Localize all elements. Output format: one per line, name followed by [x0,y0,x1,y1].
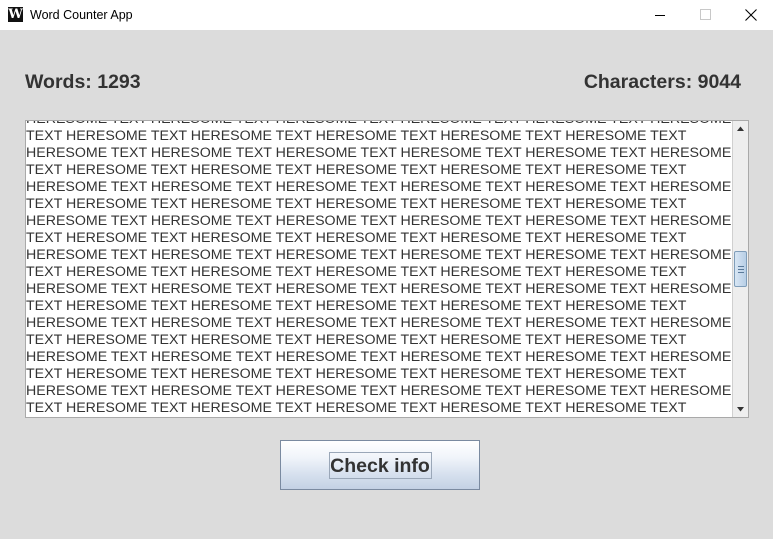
text-scroll-pane: HERESOME TEXT HERESOME TEXT HERESOME TEX… [25,120,749,418]
text-line: TEXT HERESOME TEXT HERESOME TEXT HERESOM… [26,230,687,246]
check-info-label: Check info [330,455,430,477]
text-line: TEXT HERESOME TEXT HERESOME TEXT HERESOM… [26,298,687,314]
text-line: HERESOME TEXT HERESOME TEXT HERESOME TEX… [26,121,731,128]
app-window: W Word Counter App Words: 1293 Character… [0,0,773,539]
text-line: TEXT HERESOME TEXT HERESOME TEXT HERESOM… [26,366,687,382]
text-line: HERESOME TEXT HERESOME TEXT HERESOME TEX… [26,213,732,229]
text-line: HERESOME TEXT HERESOME TEXT HERESOME TEX… [26,247,732,263]
check-info-button[interactable]: Check info [280,440,480,490]
text-line: TEXT HERESOME TEXT HERESOME TEXT HERESOM… [26,196,687,212]
text-line: TEXT HERESOME TEXT HERESOME TEXT HERESOM… [26,162,687,178]
title-bar[interactable]: W Word Counter App [0,0,773,30]
scroll-up-button[interactable] [733,121,748,136]
close-button[interactable] [728,0,773,30]
word-count-label: Words: 1293 [25,71,141,93]
window-title: Word Counter App [30,8,133,22]
text-line: HERESOME TEXT HERESOME TEXT HERESOME TEX… [26,315,732,331]
character-count-label: Characters: 9044 [583,71,741,93]
text-line: HERESOME TEXT HERESOME TEXT HERESOME TEX… [26,145,732,161]
maximize-icon [700,9,711,20]
grip-line [738,269,744,270]
text-line: HERESOME TEXT HERESOME TEXT HERESOME TEX… [26,383,732,399]
text-line: HERESOME TEXT HERESOME TEXT HERESOME TEX… [26,281,732,297]
text-input-area[interactable]: HERESOME TEXT HERESOME TEXT HERESOME TEX… [26,121,732,417]
scroll-track[interactable] [733,136,748,402]
text-line: HERESOME TEXT HERESOME TEXT HERESOME TEX… [26,349,732,365]
text-content: HERESOME TEXT HERESOME TEXT HERESOME TEX… [26,121,731,417]
text-line: HERESOME TEXT HERESOME TEXT HERESOME TEX… [26,179,732,195]
vertical-scrollbar[interactable] [732,121,748,417]
text-line: TEXT HERESOME TEXT HERESOME TEXT HERESOM… [26,332,687,348]
arrow-up-icon [737,126,744,131]
minimize-icon [655,15,665,16]
scroll-thumb[interactable] [734,251,747,287]
scroll-down-button[interactable] [733,402,748,417]
text-line: TEXT HERESOME TEXT HERESOME TEXT HERESOM… [26,128,687,144]
grip-line [738,266,744,267]
text-line: TEXT HERESOME TEXT HERESOME TEXT HERESOM… [26,264,687,280]
text-line: TEXT HERESOME TEXT HERESOME TEXT HERESOM… [26,400,687,416]
maximize-button[interactable] [682,0,728,30]
close-icon [745,9,757,21]
grip-line [738,272,744,273]
arrow-down-icon [737,407,744,412]
minimize-button[interactable] [636,0,682,30]
app-logo-icon: W [8,7,23,22]
